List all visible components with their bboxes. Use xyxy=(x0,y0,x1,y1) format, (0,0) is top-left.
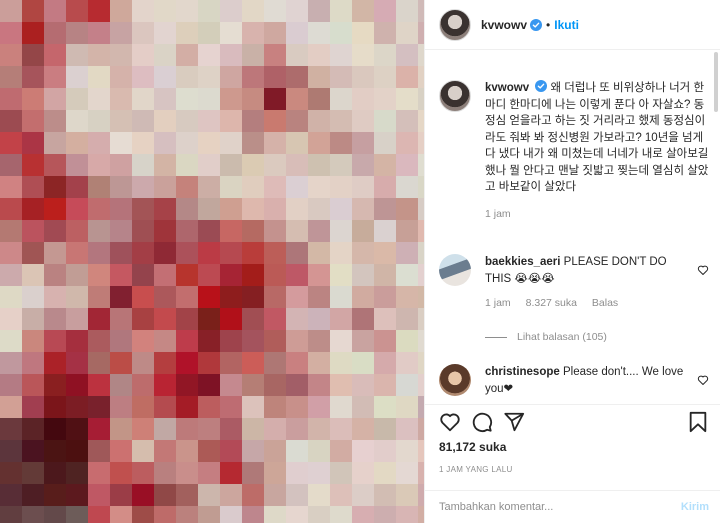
caption-time[interactable]: 1 jam xyxy=(485,208,511,220)
comment-avatar[interactable] xyxy=(439,254,471,286)
post-panel: kvwowv • Ikuti kvwowv 왜 더럽나 또 비위상하나 너거 한… xyxy=(424,0,720,523)
comment-likes[interactable]: 8.327 suka xyxy=(526,297,577,309)
share-icon[interactable] xyxy=(503,411,525,433)
comment-username[interactable]: baekkies_aeri xyxy=(485,256,560,268)
comment-item: christinesope Please don't.... We love y… xyxy=(439,364,709,397)
action-bar xyxy=(425,404,720,433)
post-image[interactable] xyxy=(0,0,424,523)
heart-icon[interactable] xyxy=(697,374,709,386)
post-timestamp[interactable]: 1 JAM YANG LALU xyxy=(439,465,513,474)
comment-input[interactable] xyxy=(439,501,681,513)
comment-item: baekkies_aeri PLEASE DON'T DO THIS 😭😭😭 1… xyxy=(439,254,709,309)
view-replies-button[interactable]: Lihat balasan (105) xyxy=(485,331,607,343)
bookmark-icon[interactable] xyxy=(687,411,709,433)
comment-avatar[interactable] xyxy=(439,364,471,396)
comment-icon[interactable] xyxy=(471,411,493,433)
verified-badge-icon xyxy=(535,80,548,92)
post-header: kvwowv • Ikuti xyxy=(425,0,720,50)
caption-text: 왜 더럽나 또 비위상하나 너거 한마디 한마디에 나는 이렇게 푼다 아 자살… xyxy=(485,82,709,193)
comment-time[interactable]: 1 jam xyxy=(485,297,511,309)
follow-button[interactable]: Ikuti xyxy=(554,18,579,32)
pixelated-blood-image xyxy=(0,0,424,523)
separator-dot: • xyxy=(546,17,551,32)
comments-area: kvwowv 왜 더럽나 또 비위상하나 너거 한마디 한마디에 나는 이렇게 … xyxy=(425,68,720,403)
heart-icon[interactable] xyxy=(697,264,709,276)
divider xyxy=(485,336,507,338)
verified-badge-icon xyxy=(530,18,543,31)
add-comment-bar: Kirim xyxy=(425,490,720,523)
reply-button[interactable]: Balas xyxy=(592,297,618,309)
likes-count[interactable]: 81,172 suka xyxy=(439,440,506,454)
view-replies-label[interactable]: Lihat balasan (105) xyxy=(517,331,607,343)
comment-emoji: ❤ xyxy=(503,382,514,395)
post-comment-button[interactable]: Kirim xyxy=(681,501,709,513)
heart-icon[interactable] xyxy=(439,411,461,433)
comment-emoji: 😭😭😭 xyxy=(514,272,555,285)
username[interactable]: kvwowv xyxy=(481,18,527,32)
comment-username[interactable]: christinesope xyxy=(485,366,560,378)
caption-username[interactable]: kvwowv xyxy=(485,82,529,94)
caption: kvwowv 왜 더럽나 또 비위상하나 너거 한마디 한마디에 나는 이렇게 … xyxy=(439,80,709,220)
avatar[interactable] xyxy=(439,8,471,41)
caption-avatar[interactable] xyxy=(439,80,471,112)
